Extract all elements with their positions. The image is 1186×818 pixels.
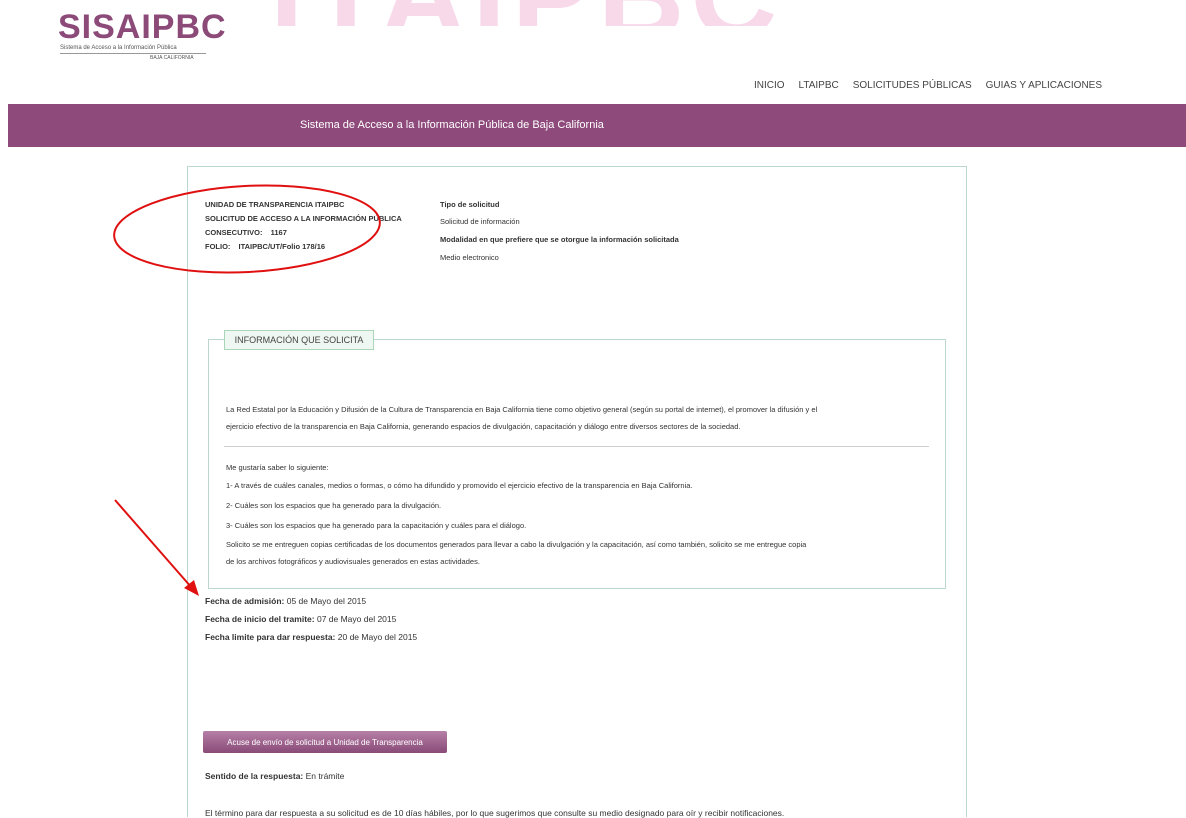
consecutivo-label: CONSECUTIVO: (205, 228, 263, 237)
fecha-limite: Fecha limite para dar respuesta: 20 de M… (205, 632, 417, 642)
fecha-admision: Fecha de admisión: 05 de Mayo del 2015 (205, 596, 366, 606)
logo-tagline: Sistema de Acceso a la Información Públi… (60, 45, 177, 51)
tipo-value: Solicitud de información (440, 217, 520, 226)
fecha-inicio-value: 07 de Mayo del 2015 (316, 614, 397, 624)
info-intro: Me gustaría saber lo siguiente: (226, 463, 329, 472)
tipo-label: Tipo de solicitud (440, 200, 500, 209)
fecha-limite-label: Fecha limite para dar respuesta: (205, 632, 336, 642)
info-legend: INFORMACIÓN QUE SOLICITA (224, 330, 374, 350)
sentido-respuesta: Sentido de la respuesta: En trámite (205, 771, 344, 781)
sentido-label: Sentido de la respuesta: (205, 771, 304, 781)
modalidad-value: Medio electronico (440, 253, 499, 262)
request-title: SOLICITUD DE ACCESO A LA INFORMACIÓN PÚB… (205, 214, 402, 223)
nav-item-guias-aplicaciones[interactable]: GUIAS Y APLICACIONES (986, 80, 1102, 91)
annotation-arrow (114, 499, 193, 589)
info-paragraph-line-2: ejercicio efectivo de la transparencia e… (226, 422, 741, 431)
folio-value: ITAIPBC/UT/Folio 178/16 (238, 242, 326, 251)
consecutivo-row: CONSECUTIVO: 1167 (205, 229, 287, 237)
folio-row: FOLIO: ITAIPBC/UT/Folio 178/16 (205, 243, 325, 251)
nav-item-inicio[interactable]: INICIO (754, 80, 785, 91)
info-item-4-line-2: de los archivos fotográficos y audiovisu… (226, 557, 480, 566)
banner-watermark: ITAIPBC (270, 0, 880, 26)
nav-item-ltaipbc[interactable]: LTAIPBC (799, 80, 839, 91)
folio-label: FOLIO: (205, 242, 231, 251)
request-unit: UNIDAD DE TRANSPARENCIA ITAIPBC (205, 200, 345, 209)
info-item-1: 1- A través de cuáles canales, medios o … (226, 481, 693, 490)
sisaipbc-logo[interactable]: SISAIPBC Sistema de Acceso a la Informac… (58, 8, 228, 62)
fecha-limite-value: 20 de Mayo del 2015 (337, 632, 418, 642)
info-paragraph-line-1: La Red Estatal por la Educación y Difusi… (226, 405, 818, 414)
info-item-4-line-1: Solicito se me entreguen copias certific… (226, 540, 807, 549)
consecutivo-value: 1167 (270, 228, 287, 237)
acuse-button[interactable]: Acuse de envío de solicitud a Unidad de … (203, 731, 447, 753)
info-divider (224, 446, 929, 447)
page-banner: Sistema de Acceso a la Información Públi… (8, 104, 1186, 147)
modalidad-label: Modalidad en que prefiere que se otorgue… (440, 235, 679, 244)
fecha-admision-value: 05 de Mayo del 2015 (286, 596, 367, 606)
nav-item-solicitudes-publicas[interactable]: SOLICITUDES PÚBLICAS (853, 80, 972, 91)
fecha-inicio: Fecha de inicio del tramite: 07 de Mayo … (205, 614, 396, 624)
fecha-admision-label: Fecha de admisión: (205, 596, 285, 606)
logo-divider (60, 53, 206, 54)
logo-wordmark: SISAIPBC (58, 8, 227, 46)
banner-title: Sistema de Acceso a la Información Públi… (300, 119, 604, 131)
sentido-value: En trámite (305, 771, 345, 781)
logo-region: BAJA CALIFORNIA (150, 55, 194, 61)
info-item-2: 2- Cuáles son los espacios que ha genera… (226, 501, 442, 510)
info-item-3: 3- Cuáles son los espacios que ha genera… (226, 521, 527, 530)
fecha-inicio-label: Fecha de inicio del tramite: (205, 614, 315, 624)
top-nav: INICIO LTAIPBC SOLICITUDES PÚBLICAS GUIA… (754, 80, 1102, 91)
